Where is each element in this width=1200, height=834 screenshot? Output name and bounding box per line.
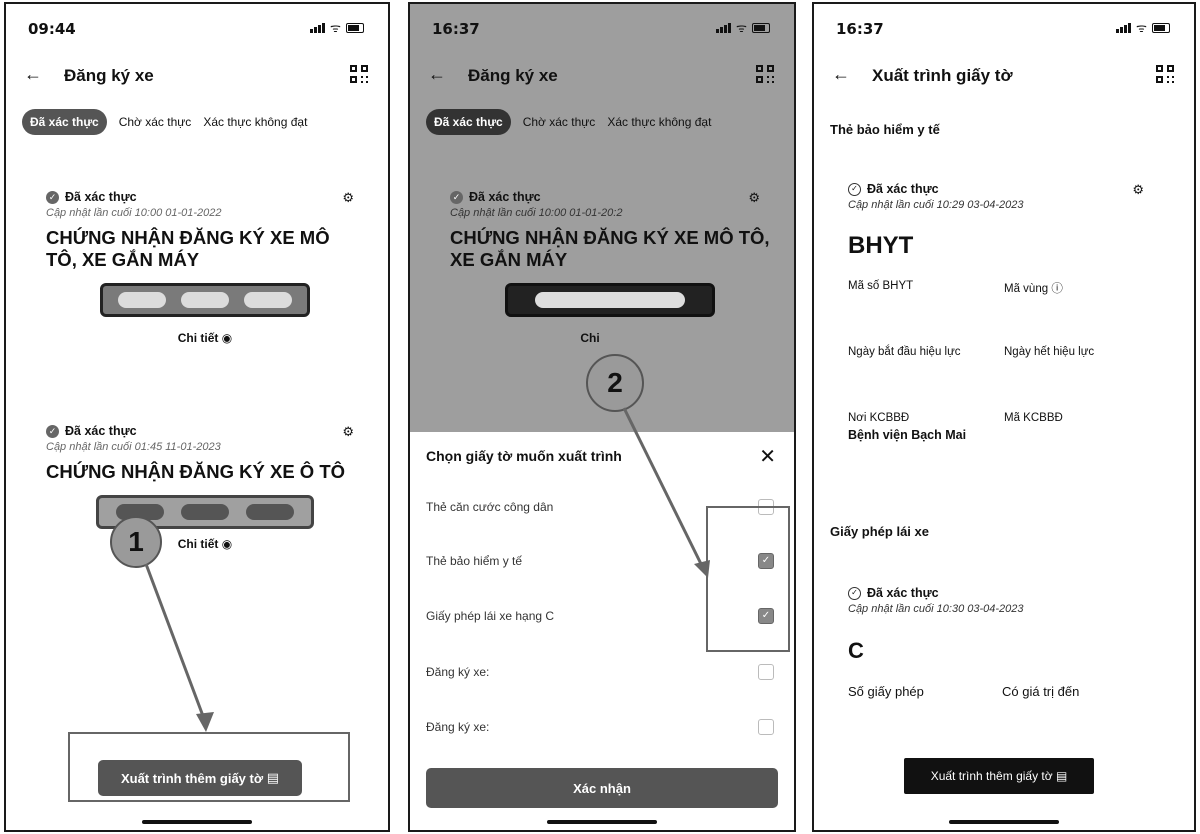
pointer-arrow — [622, 407, 710, 578]
app-bar: ← Xuất trình giấy tờ — [814, 62, 1194, 92]
label-registered-hospital: Nơi KCBBĐ — [848, 412, 910, 424]
registered-hospital: Bệnh viện Bạch Mai — [848, 428, 967, 442]
phone-screen-2: 16:37 ᯤ ← Đăng ký xe Đã xác thực Chờ xác… — [408, 2, 796, 832]
verified-status: ✓ Đã xác thực — [848, 586, 1170, 600]
back-arrow-icon[interactable]: ← — [832, 64, 850, 85]
clock: 16:37 — [836, 20, 884, 38]
home-indicator — [547, 820, 657, 824]
label-license-number: Số giấy phép — [848, 684, 924, 699]
driver-license-card: ✓ Đã xác thực Cập nhật lần cuối 10:30 03-… — [848, 586, 1170, 615]
label-hospital-code: Mã KCBBĐ — [1004, 412, 1063, 424]
label-start-date: Ngày bắt đầu hiệu lực — [848, 346, 961, 358]
help-icon[interactable]: ⓘ — [1051, 283, 1063, 295]
section-title-driver-license: Giấy phép lái xe — [830, 524, 929, 539]
battery-icon — [1152, 23, 1170, 33]
status-bar: 16:37 ᯤ — [814, 20, 1194, 40]
verified-status: ✓ Đã xác thực — [848, 182, 1170, 196]
qr-scan-icon[interactable] — [1156, 65, 1174, 83]
phone-screen-3: 16:37 ᯤ ← Xuất trình giấy tờ Thẻ bảo hiể… — [812, 2, 1196, 832]
card-name: BHYT — [848, 232, 914, 259]
pointer-arrow — [144, 563, 214, 732]
check-circle-icon: ✓ — [848, 182, 861, 196]
license-class: C — [848, 638, 864, 663]
id-card-icon: ▤ — [266, 770, 280, 785]
last-updated: Cập nhật lần cuối 10:30 03-04-2023 — [848, 603, 1024, 615]
phone-screen-1: 09:44 ᯤ ← Đăng ký xe Đã xác thực Chờ xác… — [4, 2, 390, 832]
last-updated: Cập nhật lần cuối 10:29 03-04-2023 — [848, 199, 1024, 211]
id-card-icon: ▤ — [1055, 769, 1068, 783]
page-title: Xuất trình giấy tờ — [872, 66, 1013, 85]
present-more-documents-button[interactable]: Xuất trình thêm giấy tờ ▤ — [98, 760, 302, 796]
home-indicator — [949, 820, 1059, 824]
label-insurance-code: Mã số BHYT — [848, 280, 914, 292]
present-more-documents-button[interactable]: Xuất trình thêm giấy tờ ▤ — [904, 758, 1094, 794]
home-indicator — [142, 820, 252, 824]
health-insurance-card: ✓ Đã xác thực ⚙ Cập nhật lần cuối 10:29 0… — [848, 182, 1170, 211]
check-circle-icon: ✓ — [848, 586, 861, 600]
section-title-health-insurance: Thẻ bảo hiểm y tế — [830, 122, 940, 137]
wifi-icon: ᯤ — [1136, 21, 1147, 35]
settings-icon[interactable]: ⚙ — [1132, 182, 1144, 198]
label-valid-until: Có giá trị đến — [1002, 684, 1080, 699]
signal-icon — [1116, 23, 1132, 33]
label-end-date: Ngày hết hiệu lực — [1004, 346, 1095, 358]
label-region-code: Mã vùng ⓘ — [1004, 283, 1063, 295]
